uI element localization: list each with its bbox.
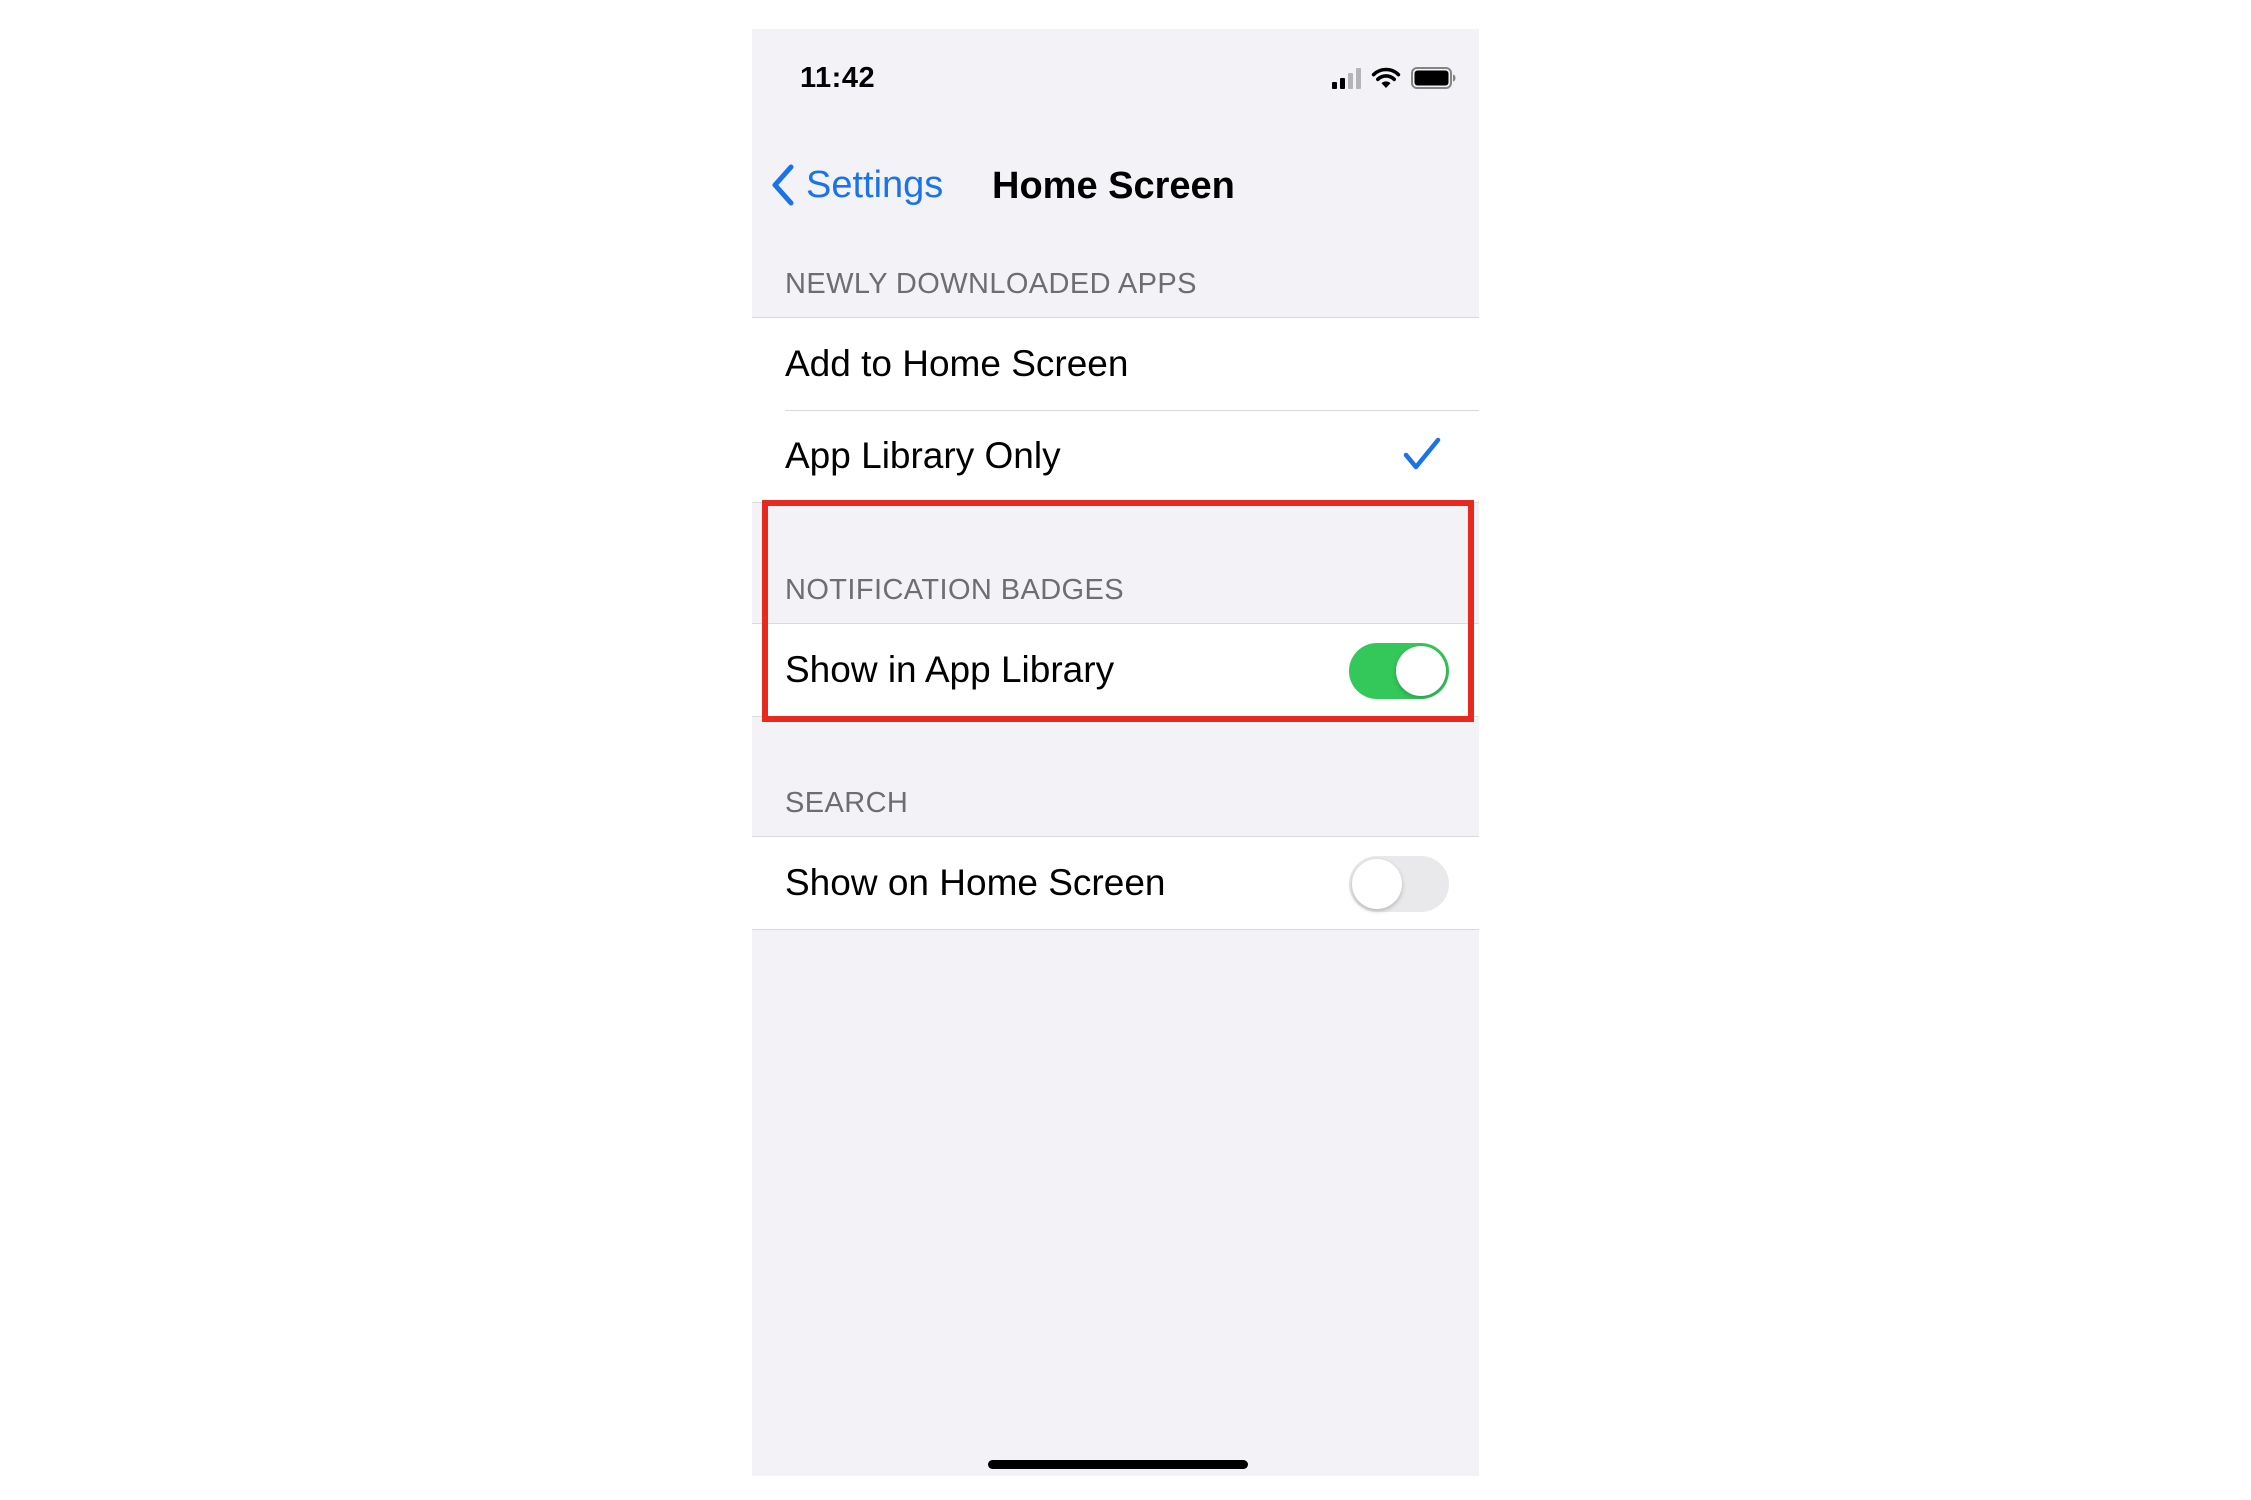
option-add-to-home-screen[interactable]: Add to Home Screen [752,318,1479,410]
back-button[interactable]: Settings [770,157,943,213]
toggle-knob [1396,646,1446,696]
toggle-knob [1352,859,1402,909]
option-label: App Library Only [785,435,1061,476]
section-header-notification-badges: NOTIFICATION BADGES [785,574,1124,606]
chevron-left-icon [772,164,794,206]
wifi-icon [1371,67,1401,88]
status-time: 11:42 [800,62,876,94]
back-button-label: Settings [806,163,944,206]
section-header-newly-downloaded-apps: NEWLY DOWNLOADED APPS [785,268,1197,300]
search-group: Show on Home Screen [752,836,1479,930]
status-icons [1332,65,1457,91]
show-in-app-library-toggle[interactable] [1349,643,1449,699]
option-app-library-only[interactable]: App Library Only [752,410,1479,502]
option-label: Add to Home Screen [785,343,1129,384]
navigation-bar: Settings Home Screen [752,137,1479,233]
setting-label: Show on Home Screen [785,862,1166,903]
page: 11:42 Settings Home Screen NEWLY DOWNLOA… [0,0,2251,1500]
battery-icon [1411,67,1456,89]
notification-badges-group: Show in App Library [752,623,1479,717]
home-indicator [988,1460,1248,1469]
checkmark-icon [1403,437,1441,470]
setting-show-in-app-library: Show in App Library [752,624,1479,716]
setting-show-on-home-screen: Show on Home Screen [752,837,1479,929]
phone-screen: 11:42 Settings Home Screen NEWLY DOWNLOA… [752,29,1479,1476]
page-title: Home Screen [992,165,1235,207]
setting-label: Show in App Library [785,649,1115,690]
status-bar: 11:42 [752,29,1479,129]
show-on-home-screen-toggle[interactable] [1349,856,1449,912]
newly-downloaded-apps-group: Add to Home Screen App Library Only [752,317,1479,503]
cellular-signal-icon [1332,67,1361,89]
section-header-search: SEARCH [785,787,909,819]
